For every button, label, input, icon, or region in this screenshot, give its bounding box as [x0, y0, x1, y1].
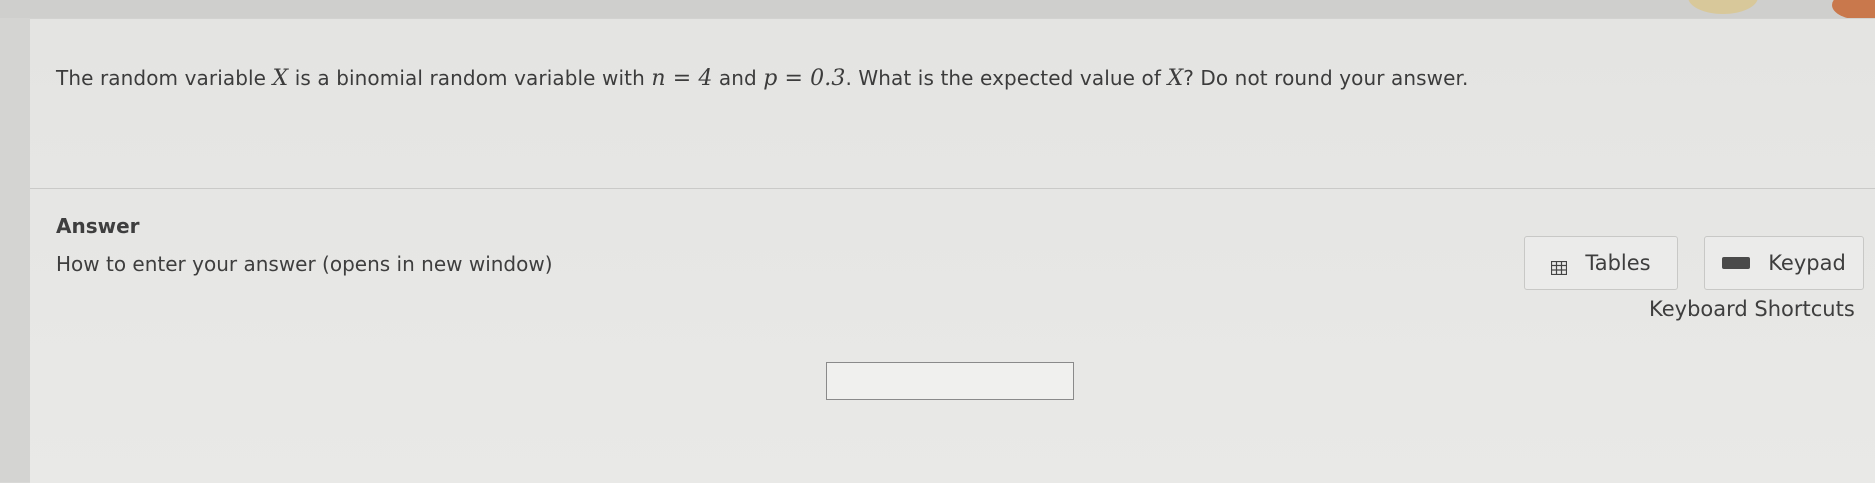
question-text-segment: The random variable — [56, 66, 273, 90]
math-expression-p: p = 0.3 — [763, 66, 846, 91]
math-variable: X — [272, 66, 289, 91]
keyboard-shortcuts-link[interactable]: Keyboard Shortcuts — [1649, 297, 1855, 321]
tables-button-label: Tables — [1585, 251, 1651, 275]
math-variable: X — [1167, 66, 1184, 91]
question-text-segment: . What is the expected value of — [845, 66, 1168, 90]
keyboard-icon — [1722, 257, 1751, 269]
table-icon — [1551, 256, 1568, 276]
left-margin — [0, 18, 30, 482]
question-text-segment: ? Do not round your answer. — [1183, 66, 1469, 90]
math-expression-n: n = 4 — [651, 66, 713, 91]
how-to-enter-answer-link[interactable]: How to enter your answer (opens in new w… — [56, 252, 553, 276]
answer-heading: Answer — [56, 214, 140, 238]
keypad-button[interactable]: Keypad — [1704, 236, 1864, 290]
question-text-segment: is a binomial random variable with — [288, 66, 652, 90]
answer-input[interactable] — [826, 362, 1074, 400]
tables-button[interactable]: Tables — [1524, 236, 1678, 290]
question-text-segment: and — [712, 66, 764, 90]
keypad-button-label: Keypad — [1768, 251, 1846, 275]
question-text: The random variable X is a binomial rand… — [56, 66, 1469, 91]
section-divider — [30, 188, 1875, 189]
browser-top-strip — [0, 0, 1875, 18]
